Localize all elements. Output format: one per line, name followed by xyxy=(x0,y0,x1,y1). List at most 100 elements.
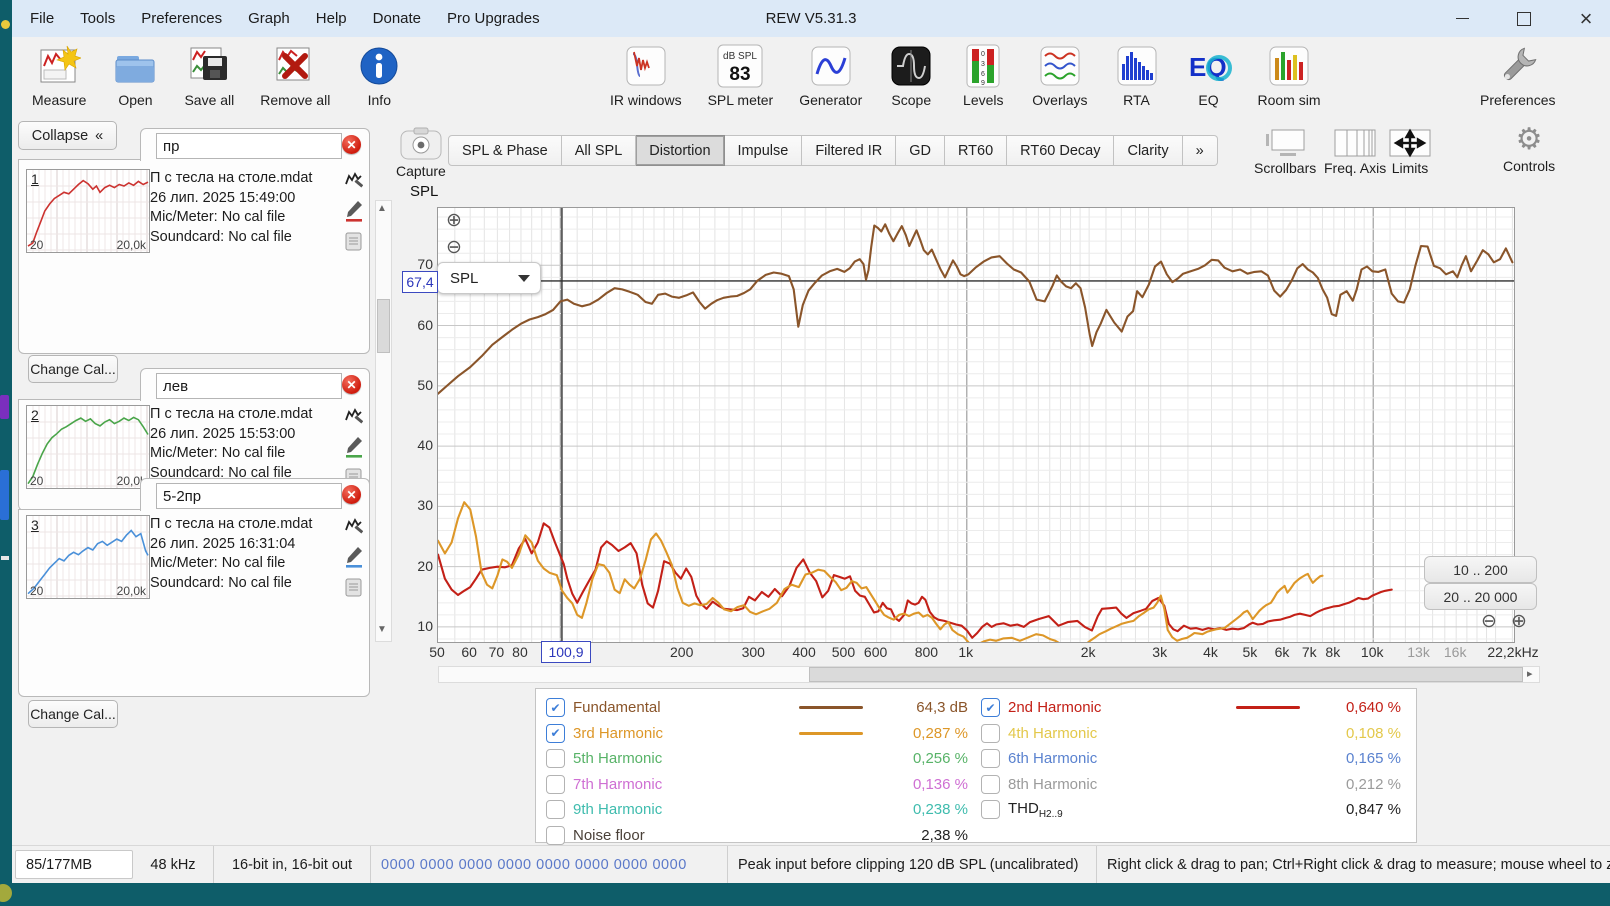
scroll-up-icon[interactable]: ▲ xyxy=(377,203,387,214)
change-cal-button[interactable]: Change Cal... xyxy=(28,355,118,383)
generator-button[interactable]: Generator xyxy=(793,41,868,110)
tab-gd[interactable]: GD xyxy=(896,135,945,166)
tab-rt60-decay[interactable]: RT60 Decay xyxy=(1007,135,1115,166)
menu-help[interactable]: Help xyxy=(316,10,347,27)
measurement-actions xyxy=(343,407,363,487)
menu-preferences[interactable]: Preferences xyxy=(141,10,222,27)
measurement-name-input[interactable] xyxy=(156,373,342,399)
controls-button[interactable]: ⚙ Controls xyxy=(1503,124,1555,175)
tab-rt60[interactable]: RT60 xyxy=(944,135,1008,166)
tab-all-spl[interactable]: All SPL xyxy=(561,135,637,166)
zoom-in-icon[interactable]: ⊕ xyxy=(446,211,462,230)
rta-button[interactable]: RTA xyxy=(1108,41,1166,110)
desktop-icon[interactable] xyxy=(1,556,9,560)
tab-distortion[interactable]: Distortion xyxy=(636,135,725,166)
desktop-icon[interactable] xyxy=(0,470,9,520)
6th-harmonic-checkbox[interactable] xyxy=(981,749,1000,769)
legend-label: Noise floor xyxy=(573,827,645,844)
zoom-out-icon[interactable]: ⊖ xyxy=(446,238,462,257)
2nd-harmonic-checkbox[interactable]: ✔ xyxy=(981,698,1000,717)
open-icon xyxy=(113,44,157,88)
collapse-button[interactable]: Collapse « xyxy=(18,121,117,150)
7th-harmonic-checkbox[interactable] xyxy=(546,774,565,794)
maximize-button[interactable] xyxy=(1510,5,1538,33)
levels-button[interactable]: 0 3 6 9 Levels xyxy=(954,41,1012,110)
save-all-button[interactable]: Save all xyxy=(178,41,240,110)
preferences-button[interactable]: Preferences xyxy=(1474,41,1561,110)
5th-harmonic-checkbox[interactable] xyxy=(546,749,565,769)
y-axis-dropdown[interactable]: SPL xyxy=(437,262,541,294)
room-sim-button[interactable]: Room sim xyxy=(1252,41,1327,110)
delete-measurement-icon[interactable]: ✕ xyxy=(342,135,361,154)
eq-button[interactable]: EQ EQ xyxy=(1180,41,1238,110)
notes-icon[interactable] xyxy=(345,232,362,251)
range-button-20-20000[interactable]: 20 .. 20 000 xyxy=(1424,583,1537,610)
scroll-down-icon[interactable]: ▼ xyxy=(377,624,387,635)
measurement-name-input[interactable] xyxy=(156,133,342,159)
change-cal-button[interactable]: Change Cal... xyxy=(28,700,118,728)
measurement-name-input[interactable] xyxy=(156,483,342,509)
tab-clarity[interactable]: Clarity xyxy=(1114,135,1183,166)
trace-options-icon[interactable] xyxy=(344,407,363,426)
delete-measurement-icon[interactable]: ✕ xyxy=(342,485,361,504)
zoom-out-bottom-icon[interactable]: ⊖ xyxy=(1481,612,1497,631)
sidebar-scrollbar[interactable] xyxy=(375,200,392,642)
trace-options-icon[interactable] xyxy=(344,171,363,190)
edit-pen-icon[interactable] xyxy=(344,546,363,568)
3rd-harmonic-checkbox[interactable]: ✔ xyxy=(546,723,565,743)
edit-pen-icon[interactable] xyxy=(344,200,363,222)
9th-harmonic-checkbox[interactable] xyxy=(546,800,565,820)
measurement-3-card[interactable]: 3 20 20,0k П с тесла на столе.mdat 26 лип. 2… xyxy=(18,509,370,697)
measurement-1-card[interactable]: 1 20 20,0k П с тесла на столе.mdat 26 лип. 2… xyxy=(18,159,370,354)
scrollbars-button[interactable]: Scrollbars xyxy=(1254,128,1316,176)
graph-h-scrollbar-thumb[interactable] xyxy=(809,667,1523,682)
spl-meter-button[interactable]: dB SPL 83 SPL meter xyxy=(702,41,780,110)
4th-harmonic-checkbox[interactable] xyxy=(981,723,1000,743)
collapse-label: Collapse xyxy=(31,127,89,144)
open-button[interactable]: Open xyxy=(106,41,164,110)
sidebar-scrollbar-thumb[interactable] xyxy=(377,299,390,353)
menu-donate[interactable]: Donate xyxy=(373,10,421,27)
x-tick-label: 10k xyxy=(1360,644,1384,660)
tab-spl-phase[interactable]: SPL & Phase xyxy=(448,135,562,166)
limits-button[interactable]: Limits xyxy=(1388,128,1432,176)
legend-value: 0,847 % xyxy=(1345,801,1401,819)
desktop-icon[interactable] xyxy=(1,20,10,29)
menu-graph[interactable]: Graph xyxy=(248,10,290,27)
measure-button[interactable]: Measure xyxy=(26,41,92,110)
overlays-button[interactable]: Overlays xyxy=(1026,41,1093,110)
notes-icon[interactable] xyxy=(345,578,362,597)
graph-h-scrollbar[interactable] xyxy=(438,666,1540,683)
range-button-10-200[interactable]: 10 .. 200 xyxy=(1424,556,1537,583)
scroll-right-icon[interactable]: ▸ xyxy=(1527,667,1533,680)
info-button[interactable]: Info xyxy=(350,41,408,110)
close-button[interactable]: × xyxy=(1572,5,1600,33)
x-tick-label: 60 xyxy=(461,644,477,660)
thd-checkbox[interactable] xyxy=(981,800,1000,820)
noise-floor-checkbox[interactable] xyxy=(546,826,565,845)
8th-harmonic-checkbox[interactable] xyxy=(981,774,1000,794)
menu-tools[interactable]: Tools xyxy=(80,10,115,27)
legend-value: 0,165 % xyxy=(1345,750,1401,768)
edit-pen-icon[interactable] xyxy=(344,436,363,458)
fundamental-checkbox[interactable]: ✔ xyxy=(546,698,565,717)
tab-impulse[interactable]: Impulse xyxy=(724,135,803,166)
menu-pro-upgrades[interactable]: Pro Upgrades xyxy=(447,10,540,27)
minimize-button[interactable] xyxy=(1448,5,1476,33)
distortion-plot[interactable] xyxy=(437,207,1515,643)
freq-axis-button[interactable]: Freq. Axis xyxy=(1324,128,1386,176)
tabs-overflow-button[interactable]: » xyxy=(1182,135,1218,166)
zoom-in-bottom-icon[interactable]: ⊕ xyxy=(1511,612,1527,631)
desktop-icon[interactable] xyxy=(0,395,9,419)
ir-windows-button[interactable]: IR windows xyxy=(604,41,688,110)
status-cell-0: 85/177MB xyxy=(15,850,133,879)
capture-button[interactable]: Capture xyxy=(396,127,446,179)
tab-filtered-ir[interactable]: Filtered IR xyxy=(802,135,897,166)
delete-measurement-icon[interactable]: ✕ xyxy=(342,375,361,394)
remove-all-button[interactable]: Remove all xyxy=(254,41,336,110)
trace-options-icon[interactable] xyxy=(344,517,363,536)
scope-button[interactable]: Scope xyxy=(882,41,940,110)
legend-label: 2nd Harmonic xyxy=(1008,699,1102,716)
menu-file[interactable]: File xyxy=(30,10,54,27)
thumbnail-x-max: 20,0k xyxy=(116,584,146,598)
